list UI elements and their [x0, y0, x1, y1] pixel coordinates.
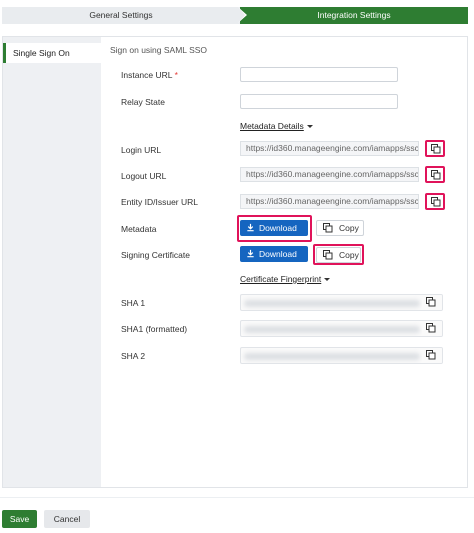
cert-fingerprint-dropdown[interactable]: Certificate Fingerprint	[240, 274, 331, 284]
sha1-formatted-value-redacted	[244, 326, 420, 333]
copy-icon	[426, 350, 436, 360]
instance-url-label-text: Instance URL	[121, 70, 173, 80]
signing-cert-download-label: Download	[259, 249, 297, 259]
setup-stepper: General Settings Integration Settings	[2, 7, 468, 24]
logout-url-copy-button[interactable]	[425, 166, 445, 183]
metadata-copy-button[interactable]: Copy	[316, 220, 364, 236]
section-title: Sign on using SAML SSO	[110, 45, 208, 55]
copy-icon	[426, 323, 436, 333]
cert-fingerprint-label: Certificate Fingerprint	[240, 274, 322, 284]
download-icon	[247, 223, 254, 232]
metadata-label: Metadata	[121, 224, 157, 234]
signing-cert-label: Signing Certificate	[121, 250, 190, 260]
metadata-details-label: Metadata Details	[240, 121, 304, 131]
sha1-field[interactable]	[240, 294, 443, 311]
footer-divider	[0, 497, 474, 498]
logout-url-field[interactable]: https://id360.manageengine.com/iamapps/s…	[240, 167, 419, 182]
sidebar: Single Sign On	[3, 37, 101, 487]
copy-icon	[426, 297, 436, 307]
relay-state-label: Relay State	[121, 97, 165, 107]
login-url-copy-button[interactable]	[425, 140, 445, 157]
save-button[interactable]: Save	[2, 510, 37, 528]
caret-down-icon	[306, 125, 313, 129]
logout-url-label: Logout URL	[121, 171, 167, 181]
step-separator-arrow	[238, 7, 245, 23]
sha1-formatted-copy-button[interactable]	[422, 321, 442, 336]
copy-icon	[431, 197, 441, 207]
copy-icon	[323, 250, 333, 260]
copy-icon	[431, 144, 441, 154]
copy-icon	[431, 170, 441, 180]
sha2-field[interactable]	[240, 347, 443, 364]
instance-url-label: Instance URL *	[121, 70, 178, 80]
sha1-formatted-field[interactable]	[240, 320, 443, 337]
sha2-copy-button[interactable]	[422, 348, 442, 363]
step-integration-settings[interactable]: Integration Settings	[240, 7, 468, 24]
sha2-value-redacted	[244, 353, 420, 360]
step-general-settings[interactable]: General Settings	[2, 7, 240, 24]
login-url-field[interactable]: https://id360.manageengine.com/iamapps/s…	[240, 141, 419, 156]
entity-id-label: Entity ID/Issuer URL	[121, 197, 198, 207]
entity-id-copy-button[interactable]	[425, 193, 445, 210]
instance-url-input[interactable]	[240, 67, 398, 82]
entity-id-field[interactable]: https://id360.manageengine.com/iamapps/s…	[240, 194, 419, 209]
signing-cert-download-button[interactable]: Download	[240, 246, 308, 262]
sha1-formatted-label: SHA1 (formatted)	[121, 324, 188, 334]
signing-cert-copy-label: Copy	[339, 250, 359, 260]
caret-down-icon	[324, 278, 331, 282]
sha2-label: SHA 2	[121, 351, 146, 361]
sha1-label: SHA 1	[121, 298, 146, 308]
settings-panel: Single Sign On	[2, 36, 468, 488]
metadata-details-dropdown[interactable]: Metadata Details	[240, 121, 313, 131]
sha1-value-redacted	[244, 300, 420, 307]
download-icon	[247, 249, 254, 258]
relay-state-input[interactable]	[240, 94, 398, 109]
metadata-download-button[interactable]: Download	[240, 220, 308, 236]
sidebar-item-single-sign-on[interactable]: Single Sign On	[3, 43, 101, 63]
required-mark: *	[174, 70, 178, 80]
signing-cert-copy-button[interactable]: Copy	[316, 247, 361, 263]
login-url-label: Login URL	[121, 145, 162, 155]
copy-icon	[323, 223, 333, 233]
sha1-copy-button[interactable]	[422, 295, 442, 310]
metadata-download-label: Download	[259, 223, 297, 233]
metadata-copy-label: Copy	[339, 223, 359, 233]
cancel-button[interactable]: Cancel	[44, 510, 90, 528]
